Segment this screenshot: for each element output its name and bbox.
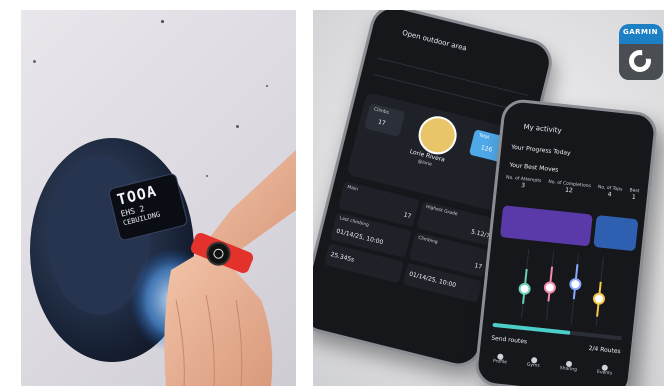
wall-screw	[266, 85, 268, 87]
front-phone-header-title: My activity	[523, 122, 562, 135]
profile-handle: @lorie	[417, 159, 433, 168]
climber-arm	[156, 150, 296, 386]
garmin-connect-icon	[619, 44, 663, 80]
left-photo: TOOA EHS 2 CEBUILDNG	[21, 10, 296, 386]
back-phone-header-title: Open outdoor area	[401, 28, 468, 53]
nav-item-events[interactable]: Events	[597, 364, 613, 376]
route-card-blue	[593, 215, 639, 252]
footer-right-label: 2/4 Routes	[588, 344, 621, 356]
footer-left-label: Send routes	[490, 334, 528, 346]
section-progress-title: Your Progress Today	[510, 143, 571, 157]
phone-front: My activity Your Progress Today Your Bes…	[473, 97, 659, 386]
section-best-title: Your Best Moves	[509, 161, 559, 174]
route-graph	[492, 246, 633, 330]
garmin-app-badge: GARMIN	[619, 24, 663, 80]
nav-item-gyms[interactable]: Gyms	[527, 356, 541, 369]
nav-item-profile[interactable]: Profile	[493, 353, 508, 365]
nav-item-sharing[interactable]: Sharing	[559, 360, 577, 373]
right-photo: GARMIN Open outdoor area Lorie Rivera @l…	[313, 10, 664, 386]
progress-table: No. of Attempts 3 No. of Completions 12 …	[505, 175, 640, 201]
stat-left-box: Climbs 17	[364, 103, 406, 138]
arm-illustration	[164, 150, 296, 386]
bottom-nav: Profile Gyms Sharing Events	[483, 352, 623, 378]
wall-screw	[236, 125, 239, 128]
wall-screw	[33, 60, 36, 63]
wall-screw	[161, 20, 164, 23]
garmin-badge-label: GARMIN	[623, 28, 658, 36]
route-graph-svg	[518, 249, 605, 327]
route-card-purple	[499, 205, 593, 247]
